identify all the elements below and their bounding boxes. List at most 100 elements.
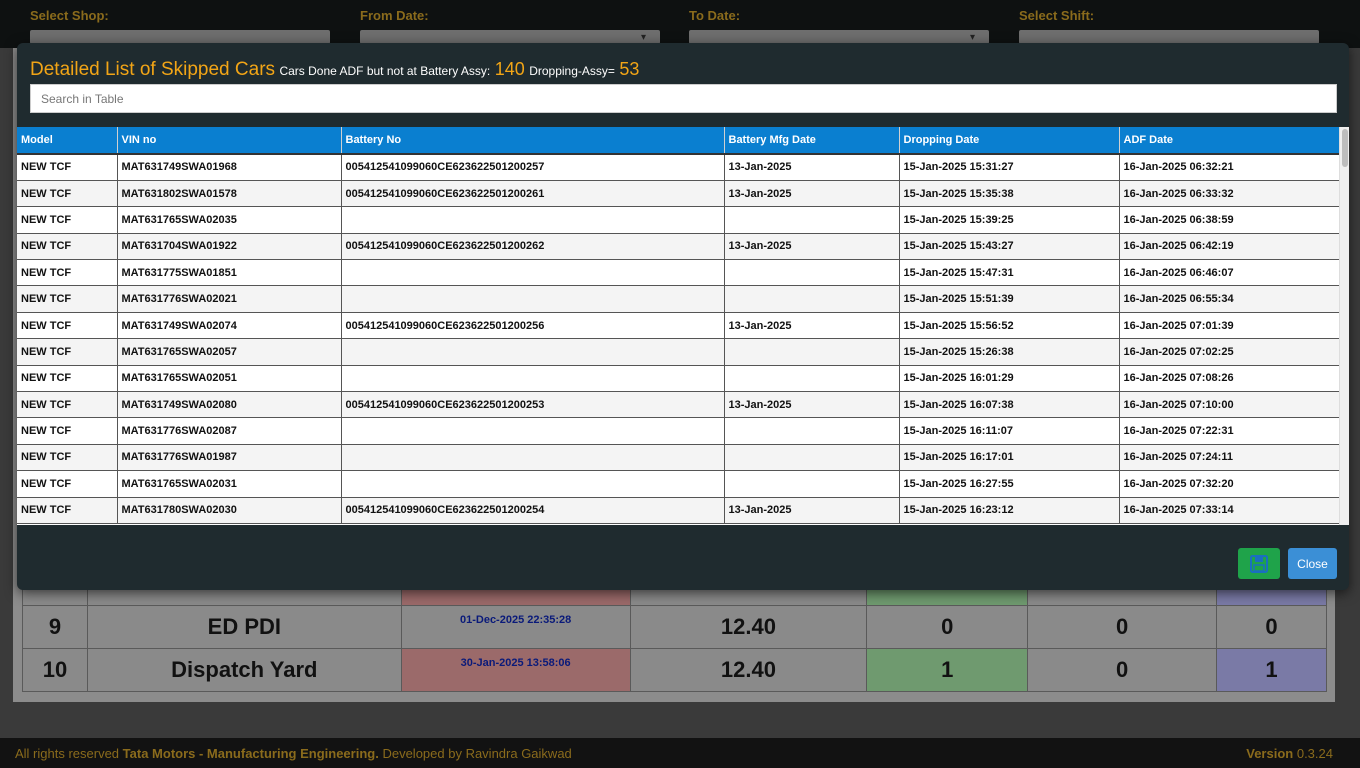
table-row[interactable]: NEW TCF MAT631749SWA02080 005412541099060C… [17, 391, 1340, 419]
skipped-cars-table: Model VIN no Battery No Battery Mfg Date Dro… [17, 127, 1340, 524]
column-header[interactable]: Battery Mfg Date [724, 127, 900, 155]
station-name: ED PDI [86, 605, 402, 649]
column-header[interactable]: Battery No [341, 127, 725, 155]
battery-mfg-date-cell: 13-Jan-2025 [724, 391, 900, 419]
battery-no-cell [341, 285, 725, 313]
dropping-date-cell: 15-Jan-2025 15:26:38 [899, 338, 1120, 366]
version-info: Version 0.3.24 [1246, 746, 1333, 761]
calendar-icon[interactable]: ▾ [641, 32, 646, 43]
dropping-date-cell: 15-Jan-2025 15:56:52 [899, 312, 1120, 340]
table-row[interactable]: NEW TCF MAT631704SWA01922 005412541099060C… [17, 233, 1340, 261]
vin-cell: MAT631776SWA02021 [117, 285, 342, 313]
adf-date-cell: 16-Jan-2025 07:01:39 [1119, 312, 1340, 340]
table-scrollbar[interactable] [1339, 127, 1349, 525]
calendar-icon[interactable]: ▾ [970, 32, 975, 43]
vin-cell: MAT631780SWA02030 [117, 497, 342, 524]
battery-no-cell: 005412541099060CE623622501200254 [341, 497, 725, 524]
table-row[interactable]: NEW TCF MAT631749SWA01968 005412541099060C… [17, 154, 1340, 181]
close-button[interactable]: Close [1288, 548, 1337, 579]
table-header-row: Model VIN no Battery No Battery Mfg Date Dro… [17, 127, 1340, 155]
vin-cell: MAT631749SWA02074 [117, 312, 342, 340]
table-row[interactable]: NEW TCF MAT631776SWA02087 15-Jan-2025 16:1… [17, 417, 1340, 445]
subtitle-text: Cars Done ADF but not at Battery Assy: [279, 64, 491, 78]
table-row[interactable]: NEW TCF MAT631765SWA02031 15-Jan-2025 16:2… [17, 470, 1340, 498]
vin-cell: MAT631775SWA01851 [117, 259, 342, 287]
battery-mfg-date-cell [724, 338, 900, 366]
table-row[interactable]: NEW TCF MAT631776SWA01987 15-Jan-2025 16:1… [17, 444, 1340, 472]
battery-no-cell [341, 470, 725, 498]
table-row[interactable]: NEW TCF MAT631765SWA02051 15-Jan-2025 16:0… [17, 365, 1340, 393]
from-date-input[interactable] [360, 30, 660, 44]
dropping-date-cell: 15-Jan-2025 16:23:12 [899, 497, 1120, 524]
adf-date-cell: 16-Jan-2025 07:33:14 [1119, 497, 1340, 524]
adf-date-cell: 16-Jan-2025 07:24:11 [1119, 444, 1340, 472]
station-name: Dispatch Yard [86, 648, 402, 692]
table-row[interactable]: NEW TCF MAT631765SWA02057 15-Jan-2025 15:2… [17, 338, 1340, 366]
count-value[interactable]: 0 [1027, 605, 1218, 649]
jph-value: 12.40 [629, 648, 868, 692]
adf-date-cell: 16-Jan-2025 06:33:32 [1119, 180, 1340, 208]
model-cell: NEW TCF [17, 417, 118, 445]
battery-no-cell [341, 206, 725, 234]
model-cell: NEW TCF [17, 312, 118, 340]
jph-value: 12.40 [629, 605, 868, 649]
dropping-date-cell: 15-Jan-2025 16:01:29 [899, 365, 1120, 393]
count-value[interactable]: 0 [866, 605, 1029, 649]
column-header[interactable]: Dropping Date [899, 127, 1120, 155]
table-row[interactable]: NEW TCF MAT631802SWA01578 005412541099060C… [17, 180, 1340, 208]
shift-select[interactable] [1019, 30, 1319, 44]
count-value[interactable]: 0 [1027, 648, 1218, 692]
table-row[interactable]: NEW TCF MAT631775SWA01851 15-Jan-2025 15:4… [17, 259, 1340, 287]
to-date-input[interactable] [689, 30, 989, 44]
model-cell: NEW TCF [17, 259, 118, 287]
table-row[interactable]: NEW TCF MAT631765SWA02035 15-Jan-2025 15:3… [17, 206, 1340, 234]
adf-date-cell: 16-Jan-2025 07:02:25 [1119, 338, 1340, 366]
save-button[interactable] [1238, 548, 1280, 579]
adf-date-cell: 16-Jan-2025 06:42:19 [1119, 233, 1340, 261]
dropping-date-cell: 15-Jan-2025 15:51:39 [899, 285, 1120, 313]
model-cell: NEW TCF [17, 444, 118, 472]
dropping-date-cell: 15-Jan-2025 15:39:25 [899, 206, 1120, 234]
count-value[interactable]: 0 [1216, 605, 1327, 649]
model-cell: NEW TCF [17, 285, 118, 313]
scrollbar-thumb[interactable] [1342, 129, 1348, 167]
shop-select[interactable] [30, 30, 330, 44]
table-row[interactable]: NEW TCF MAT631749SWA02074 005412541099060C… [17, 312, 1340, 340]
dropping-date-cell: 15-Jan-2025 16:27:55 [899, 470, 1120, 498]
table-row: 10 Dispatch Yard 30-Jan-2025 13:58:06 12… [22, 648, 1327, 692]
column-header[interactable]: Model [17, 127, 118, 155]
table-row[interactable]: NEW TCF MAT631780SWA02030 005412541099060C… [17, 497, 1340, 524]
dropping-label: Dropping-Assy= [529, 64, 615, 78]
search-input[interactable] [30, 84, 1337, 113]
last-update: 30-Jan-2025 13:58:06 [400, 648, 631, 692]
battery-no-cell: 005412541099060CE623622501200256 [341, 312, 725, 340]
battery-mfg-date-cell [724, 206, 900, 234]
column-header[interactable]: ADF Date [1119, 127, 1340, 155]
count-value[interactable]: 1 [1216, 648, 1327, 692]
row-number: 10 [22, 648, 88, 692]
vin-cell: MAT631749SWA02080 [117, 391, 342, 419]
model-cell: NEW TCF [17, 154, 118, 181]
table-row[interactable]: NEW TCF MAT631776SWA02021 15-Jan-2025 15:5… [17, 285, 1340, 313]
count-value[interactable]: 1 [866, 648, 1029, 692]
battery-no-cell: 005412541099060CE623622501200253 [341, 391, 725, 419]
battery-mfg-date-cell [724, 285, 900, 313]
model-cell: NEW TCF [17, 470, 118, 498]
column-header[interactable]: VIN no [117, 127, 342, 155]
adf-date-cell: 16-Jan-2025 06:32:21 [1119, 154, 1340, 181]
model-cell: NEW TCF [17, 233, 118, 261]
modal-heading: Detailed List of Skipped Cars [30, 59, 276, 80]
battery-no-cell: 005412541099060CE623622501200261 [341, 180, 725, 208]
model-cell: NEW TCF [17, 180, 118, 208]
battery-mfg-date-cell: 13-Jan-2025 [724, 497, 900, 524]
adf-date-cell: 16-Jan-2025 07:32:20 [1119, 470, 1340, 498]
dropping-date-cell: 15-Jan-2025 16:17:01 [899, 444, 1120, 472]
modal-title: Detailed List of Skipped Cars Cars Done … [30, 59, 639, 81]
battery-no-cell [341, 338, 725, 366]
skipped-cars-table-container[interactable]: Model VIN no Battery No Battery Mfg Date Dro… [17, 127, 1349, 525]
footer: All rights reserved Tata Motors - Manufa… [0, 738, 1360, 768]
battery-mfg-date-cell: 13-Jan-2025 [724, 233, 900, 261]
skipped-cars-modal: Detailed List of Skipped Cars Cars Done … [17, 43, 1349, 590]
from-date-label: From Date: [360, 8, 429, 23]
company-name: Tata Motors - Manufacturing Engineering. [122, 746, 379, 761]
